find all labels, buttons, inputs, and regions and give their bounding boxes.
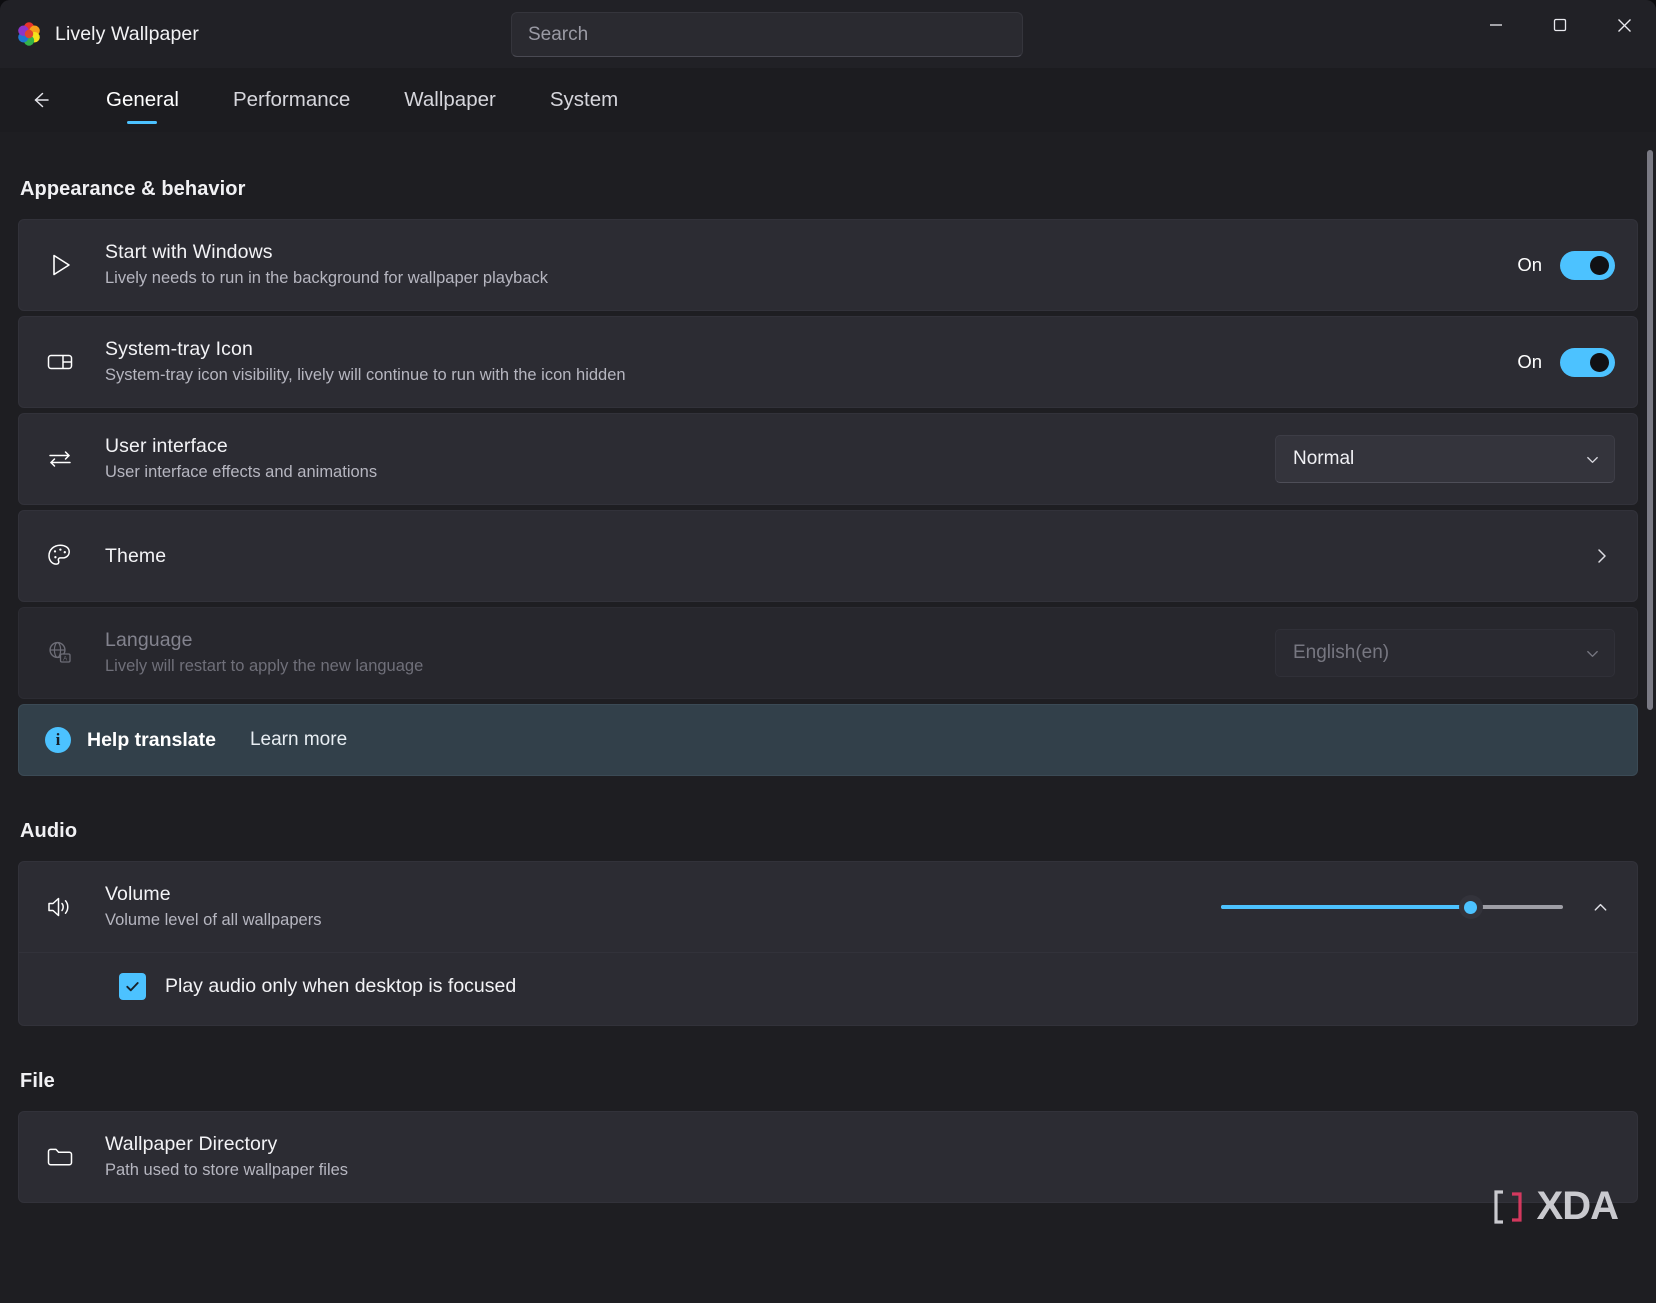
scrollbar-thumb[interactable]	[1647, 150, 1653, 710]
setting-text: Wallpaper Directory Path used to store w…	[95, 1132, 1615, 1182]
settings-content: Appearance & behavior Start with Windows…	[0, 132, 1656, 1303]
start-with-windows-toggle[interactable]	[1560, 250, 1615, 280]
system-tray-icon-toggle[interactable]	[1560, 347, 1615, 377]
toggle-state-label: On	[1517, 351, 1542, 372]
setting-subtitle: System-tray icon visibility, lively will…	[105, 366, 626, 385]
play-triangle-icon	[45, 250, 95, 280]
setting-title: System-tray Icon	[105, 338, 253, 361]
search-box[interactable]	[511, 12, 1023, 57]
app-brand: Lively Wallpaper	[16, 0, 199, 68]
system-tray-panel-icon	[45, 347, 95, 377]
app-window: Lively Wallpaper Search General Performa…	[0, 0, 1656, 1303]
minimize-icon	[1490, 24, 1502, 26]
app-title: Lively Wallpaper	[55, 22, 199, 45]
setting-row-wallpaper-directory[interactable]: Wallpaper Directory Path used to store w…	[18, 1111, 1638, 1203]
tab-system[interactable]: System	[523, 72, 645, 128]
play-audio-focused-checkbox[interactable]	[119, 973, 146, 1000]
help-translate-banner: i Help translate Learn more	[18, 704, 1638, 776]
tab-general[interactable]: General	[79, 72, 206, 128]
setting-action: English(en)	[1275, 629, 1615, 677]
globe-language-icon: A	[45, 638, 95, 668]
setting-title: Language	[105, 629, 193, 652]
volume-slider[interactable]	[1221, 895, 1563, 919]
slider-fill	[1221, 905, 1471, 909]
help-translate-title: Help translate	[87, 728, 216, 751]
setting-row-start-with-windows[interactable]: Start with Windows Lively needs to run i…	[18, 219, 1638, 311]
tab-general-label: General	[106, 88, 179, 111]
volume-slider-wrap	[1221, 892, 1615, 922]
setting-row-play-audio-focused[interactable]: Play audio only when desktop is focused	[18, 948, 1638, 1026]
swap-arrows-icon	[45, 444, 95, 474]
setting-text: User interface User interface effects an…	[95, 434, 1275, 484]
play-audio-focused-label: Play audio only when desktop is focused	[165, 975, 517, 997]
chevron-down-icon	[1587, 650, 1598, 657]
lively-flower-logo-icon	[18, 22, 40, 46]
setting-action: On	[1517, 347, 1615, 377]
learn-more-link[interactable]: Learn more	[250, 729, 347, 751]
palette-icon	[45, 541, 95, 571]
tab-wallpaper-label: Wallpaper	[404, 88, 496, 111]
setting-action: Normal	[1275, 435, 1615, 483]
dropdown-selected-value: English(en)	[1293, 642, 1390, 663]
tab-performance-label: Performance	[232, 88, 351, 111]
maximize-button[interactable]	[1528, 0, 1592, 50]
setting-row-user-interface[interactable]: User interface User interface effects an…	[18, 413, 1638, 505]
back-arrow-icon	[34, 92, 49, 108]
chevron-up-icon	[1594, 903, 1606, 911]
toggle-state-label: On	[1517, 254, 1542, 275]
maximize-icon	[1553, 18, 1567, 32]
chevron-right-icon	[1593, 547, 1615, 565]
speaker-volume-icon	[45, 892, 95, 922]
folder-icon	[45, 1142, 95, 1172]
setting-title: Wallpaper Directory	[105, 1133, 278, 1156]
setting-subtitle: Path used to store wallpaper files	[105, 1161, 349, 1180]
setting-action: On	[1517, 250, 1615, 280]
dropdown-selected-value: Normal	[1293, 448, 1355, 469]
toggle-knob	[1590, 352, 1609, 372]
setting-row-theme[interactable]: Theme	[18, 510, 1638, 602]
search-input[interactable]	[528, 23, 1006, 46]
setting-text: Volume Volume level of all wallpapers	[95, 882, 1221, 932]
minimize-button[interactable]	[1464, 0, 1528, 50]
nav-tab-strip: General Performance Wallpaper System	[0, 68, 1656, 132]
window-controls	[1464, 0, 1656, 50]
tab-wallpaper[interactable]: Wallpaper	[377, 72, 523, 128]
setting-title: Theme	[105, 544, 167, 567]
setting-title: Start with Windows	[105, 241, 273, 264]
setting-title: User interface	[105, 435, 228, 458]
section-heading-file: File	[20, 1070, 55, 1092]
checkmark-icon	[126, 982, 139, 992]
section-heading-appearance: Appearance & behavior	[20, 178, 246, 200]
setting-text: Start with Windows Lively needs to run i…	[95, 240, 1517, 290]
user-interface-dropdown[interactable]: Normal	[1275, 435, 1615, 483]
setting-text: System-tray Icon System-tray icon visibi…	[95, 337, 1517, 387]
section-heading-audio: Audio	[20, 820, 78, 842]
setting-subtitle: Volume level of all wallpapers	[105, 911, 322, 930]
toggle-knob	[1590, 255, 1609, 275]
language-dropdown: English(en)	[1275, 629, 1615, 677]
setting-row-volume[interactable]: Volume Volume level of all wallpapers	[18, 861, 1638, 953]
title-bar: Lively Wallpaper	[0, 0, 1656, 68]
setting-title: Volume	[105, 883, 171, 906]
setting-subtitle: Lively will restart to apply the new lan…	[105, 657, 424, 676]
nav-tabs: General Performance Wallpaper System	[79, 72, 645, 128]
setting-action	[1593, 547, 1615, 565]
info-icon: i	[45, 727, 71, 753]
close-icon	[1617, 18, 1631, 32]
slider-thumb[interactable]	[1458, 895, 1483, 919]
volume-expander-button[interactable]	[1585, 892, 1615, 922]
setting-subtitle: Lively needs to run in the background fo…	[105, 269, 549, 288]
chevron-down-icon	[1587, 456, 1598, 463]
setting-action	[1221, 892, 1615, 922]
setting-row-language: A Language Lively will restart to apply …	[18, 607, 1638, 699]
tab-system-label: System	[549, 88, 619, 111]
close-button[interactable]	[1592, 0, 1656, 50]
setting-row-system-tray-icon[interactable]: System-tray Icon System-tray icon visibi…	[18, 316, 1638, 408]
setting-text: Theme	[95, 544, 1593, 568]
back-button[interactable]	[18, 78, 62, 122]
content-scrollbar[interactable]	[1647, 132, 1653, 1303]
setting-subtitle: User interface effects and animations	[105, 463, 378, 482]
setting-text: Language Lively will restart to apply th…	[95, 628, 1275, 678]
tab-performance[interactable]: Performance	[206, 72, 377, 128]
